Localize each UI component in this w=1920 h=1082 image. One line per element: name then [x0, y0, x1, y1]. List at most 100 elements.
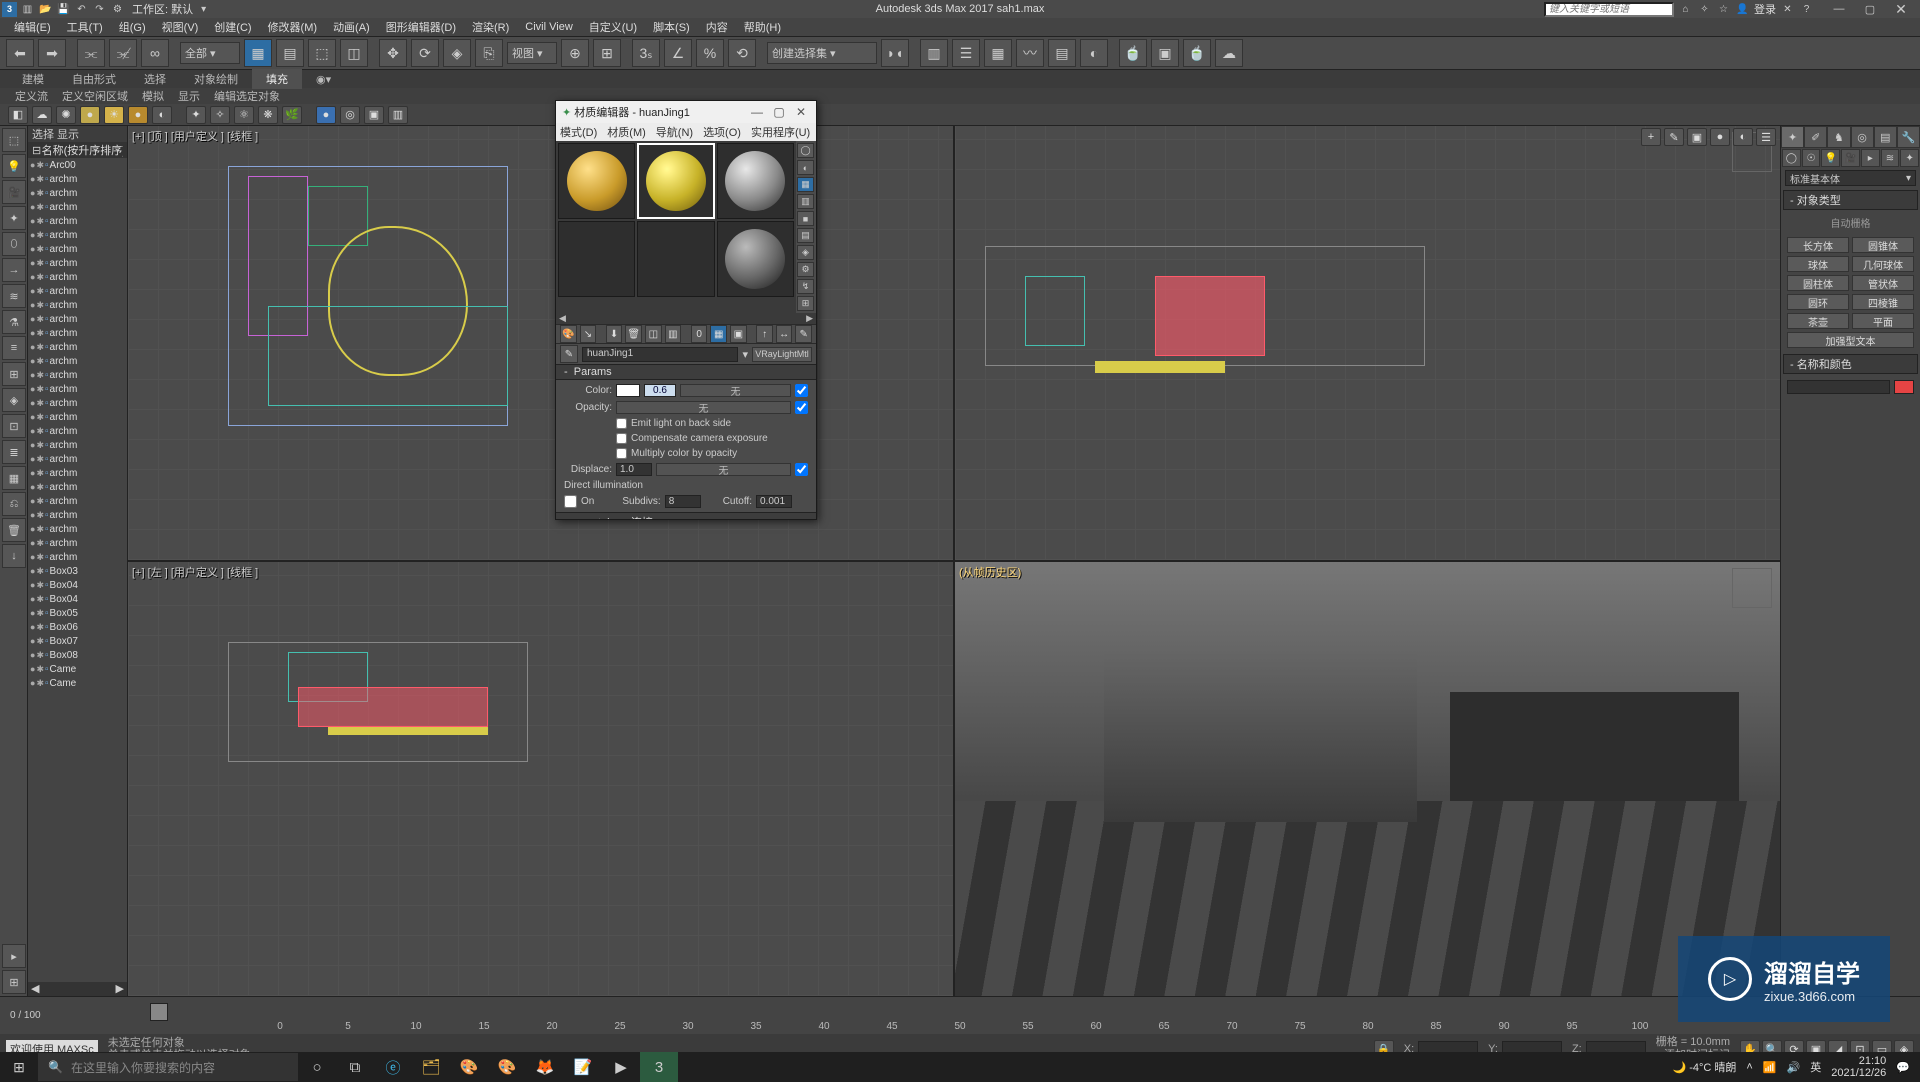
me-minimize-button[interactable]: —	[748, 104, 766, 120]
lt-icon7[interactable]: 🗑	[2, 518, 26, 542]
ribbon-freeform[interactable]: 自由形式	[58, 69, 130, 89]
me-opacity-map-slot[interactable]: 无	[616, 401, 791, 414]
snap-button[interactable]: 3ₛ	[632, 39, 660, 67]
weather-widget[interactable]: 🌙 -4°C 晴朗	[1672, 1059, 1736, 1075]
me-menu-material[interactable]: 材质(M)	[607, 124, 646, 140]
app2-icon[interactable]: 🎨	[488, 1052, 526, 1082]
me-comp-exp-toggle[interactable]	[616, 433, 627, 444]
scene-explorer-list[interactable]: ●✱▫Arc00●✱▫archm●✱▫archm●✱▫archm●✱▫archm…	[28, 158, 127, 982]
menu-create[interactable]: 创建(C)	[206, 17, 259, 37]
scene-item[interactable]: ●✱▫archm	[28, 550, 127, 564]
me-close-button[interactable]: ✕	[792, 104, 810, 120]
cp-primitive-button[interactable]: 平面	[1852, 313, 1914, 329]
app3-icon[interactable]: 📝	[564, 1052, 602, 1082]
user-icon[interactable]: 👤	[1735, 2, 1750, 17]
layer-explorer-button[interactable]: ☰	[952, 39, 980, 67]
cp-primitive-button[interactable]: 圆柱体	[1787, 275, 1849, 291]
particle1-icon[interactable]: ✦	[186, 106, 206, 124]
manipulate-button[interactable]: ⊞	[593, 39, 621, 67]
cp-utilities-tab[interactable]: 🔧	[1897, 126, 1920, 148]
cp-modify-tab[interactable]: ✐	[1804, 126, 1827, 148]
time-slider-head[interactable]	[150, 1003, 168, 1021]
me-put-scene-icon[interactable]: ↘	[580, 325, 597, 343]
app4-icon[interactable]: ▶	[602, 1052, 640, 1082]
particle4-icon[interactable]: ❋	[258, 106, 278, 124]
me-side5-icon[interactable]: ■	[797, 211, 814, 226]
lt-select-icon[interactable]: ⬚	[2, 128, 26, 152]
view-cube-persp[interactable]	[1732, 568, 1772, 608]
help-search-input[interactable]	[1544, 2, 1674, 17]
angle-snap-button[interactable]: ∠	[664, 39, 692, 67]
select-object-button[interactable]: ▦	[244, 39, 272, 67]
scene-item[interactable]: ●✱▫archm	[28, 396, 127, 410]
lt-waves-icon[interactable]: ≋	[2, 284, 26, 308]
placement-button[interactable]: ⎘	[475, 39, 503, 67]
viewport-bottom-right[interactable]: (从帧历史区)	[955, 562, 1780, 996]
scene-item[interactable]: ●✱▫archm	[28, 214, 127, 228]
scene-item[interactable]: ●✱▫archm	[28, 466, 127, 480]
me-emit-back-toggle[interactable]	[616, 418, 627, 429]
se-scroll-left[interactable]: ◀	[31, 982, 39, 996]
me-color-multiplier[interactable]: 0.6	[644, 384, 676, 397]
login-label[interactable]: 登录	[1754, 1, 1776, 17]
bind-button[interactable]: ∞	[141, 39, 169, 67]
schematic-button[interactable]: ▤	[1048, 39, 1076, 67]
scene-item[interactable]: ●✱▫archm	[28, 382, 127, 396]
cortana-icon[interactable]: ○	[298, 1052, 336, 1082]
cp-rollout-objtype[interactable]: - 对象类型	[1783, 190, 1918, 210]
me-make-icon[interactable]: ◫	[645, 325, 662, 343]
render-frame-button[interactable]: ▣	[1151, 39, 1179, 67]
me-hscroll-left[interactable]: ◀	[559, 313, 566, 324]
tray-ime-icon[interactable]: 英	[1810, 1059, 1821, 1075]
light2-icon[interactable]: ☀	[104, 106, 124, 124]
viewport-top-right[interactable]	[955, 126, 1780, 560]
me-hscroll-right[interactable]: ▶	[806, 313, 813, 324]
viewport-top-left[interactable]: [+] [顶 ] [用户定义 ] [线框 ]	[128, 126, 953, 560]
lt-filter-icon[interactable]: ⚗	[2, 310, 26, 334]
scene-item[interactable]: ●✱▫Arc00	[28, 158, 127, 172]
scene-item[interactable]: ●✱▫archm	[28, 298, 127, 312]
me-side8-icon[interactable]: ⚙	[797, 262, 814, 277]
lt-expand-icon[interactable]: ▸	[2, 944, 26, 968]
scene-item[interactable]: ●✱▫Box03	[28, 564, 127, 578]
menu-customize[interactable]: 自定义(U)	[581, 17, 645, 37]
selection-filter[interactable]: 全部 ▾	[180, 42, 240, 64]
me-color-map-slot[interactable]: 无	[680, 384, 791, 397]
cp-sys-icon[interactable]: ✦	[1900, 149, 1919, 167]
tray-sound-icon[interactable]: 🔊	[1787, 1061, 1801, 1074]
me-side3-icon[interactable]: ▦	[797, 177, 814, 192]
me-menu-nav[interactable]: 导航(N)	[656, 124, 693, 140]
cp-light-icon[interactable]: 💡	[1821, 149, 1840, 167]
lt-layers-icon[interactable]: ≡	[2, 336, 26, 360]
me-show-end-icon[interactable]: ▣	[730, 325, 747, 343]
cp-primitive-button[interactable]: 长方体	[1787, 237, 1849, 253]
menu-graph[interactable]: 图形编辑器(D)	[378, 17, 464, 37]
cp-space-icon[interactable]: ≋	[1881, 149, 1900, 167]
link-button[interactable]: ⫘	[77, 39, 105, 67]
scene-item[interactable]: ●✱▫archm	[28, 522, 127, 536]
scene-item[interactable]: ●✱▫Came	[28, 676, 127, 690]
scene-item[interactable]: ●✱▫Came	[28, 662, 127, 676]
align-button[interactable]: ▥	[920, 39, 948, 67]
lt-shape-icon[interactable]: ⬯	[2, 232, 26, 256]
infocenter-icon[interactable]: ⌂	[1678, 2, 1693, 17]
me-slot-5[interactable]	[637, 221, 714, 297]
ref-coord-dropdown[interactable]: 视图 ▾	[507, 42, 557, 64]
subtab-sim[interactable]: 模拟	[135, 87, 171, 105]
helper3-icon[interactable]: ▣	[364, 106, 384, 124]
move-button[interactable]: ✥	[379, 39, 407, 67]
lt-camera-icon[interactable]: 🎥	[2, 180, 26, 204]
subtab-flow[interactable]: 定义流	[8, 87, 55, 105]
scene-item[interactable]: ●✱▫Box07	[28, 634, 127, 648]
me-slot-4[interactable]	[558, 221, 635, 297]
menu-tools[interactable]: 工具(T)	[59, 17, 111, 37]
ribbon-objpaint[interactable]: 对象绘制	[180, 69, 252, 89]
3dsmax-taskbar-icon[interactable]: 3	[640, 1052, 678, 1082]
named-selection[interactable]: 创建选择集 ▾	[767, 42, 877, 64]
me-pick-icon[interactable]: ✎	[795, 325, 812, 343]
cp-primitive-button[interactable]: 几何球体	[1852, 256, 1914, 272]
me-maximize-button[interactable]: ▢	[770, 104, 788, 120]
edge-icon[interactable]: ⓔ	[374, 1052, 412, 1082]
particle2-icon[interactable]: ✧	[210, 106, 230, 124]
lt-arrow-icon[interactable]: →	[2, 258, 26, 282]
